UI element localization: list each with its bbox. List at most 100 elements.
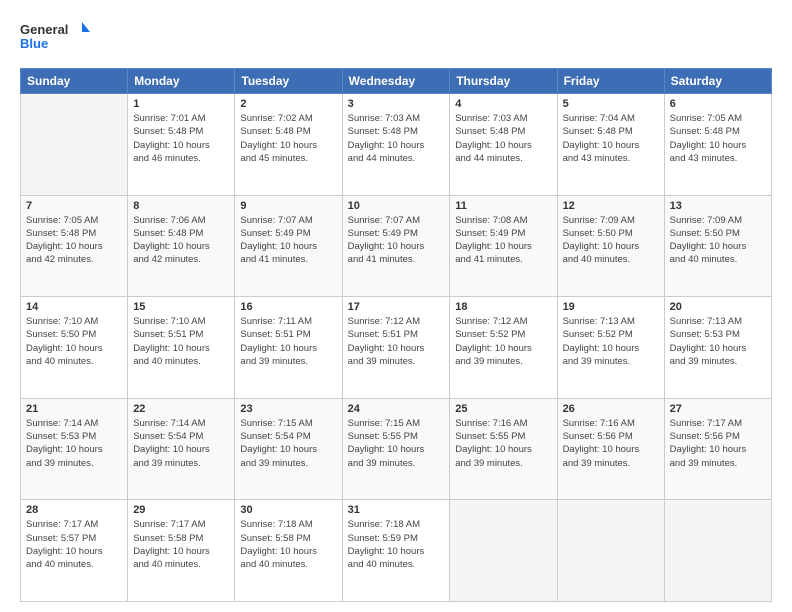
calendar-cell	[21, 94, 128, 196]
calendar-cell: 21 Sunrise: 7:14 AM Sunset: 5:53 PM Dayli…	[21, 398, 128, 500]
day-info: Sunrise: 7:05 AM Sunset: 5:48 PM Dayligh…	[26, 214, 122, 267]
day-info: Sunrise: 7:16 AM Sunset: 5:55 PM Dayligh…	[455, 417, 551, 470]
day-info: Sunrise: 7:13 AM Sunset: 5:53 PM Dayligh…	[670, 315, 766, 368]
day-number: 6	[670, 98, 766, 110]
calendar-cell	[557, 500, 664, 602]
calendar-cell: 1 Sunrise: 7:01 AM Sunset: 5:48 PM Daylig…	[128, 94, 235, 196]
logo: General Blue	[20, 18, 90, 58]
day-info: Sunrise: 7:03 AM Sunset: 5:48 PM Dayligh…	[455, 112, 551, 165]
calendar-cell: 20 Sunrise: 7:13 AM Sunset: 5:53 PM Dayli…	[664, 297, 771, 399]
day-info: Sunrise: 7:15 AM Sunset: 5:55 PM Dayligh…	[348, 417, 445, 470]
day-info: Sunrise: 7:07 AM Sunset: 5:49 PM Dayligh…	[240, 214, 336, 267]
calendar-cell: 4 Sunrise: 7:03 AM Sunset: 5:48 PM Daylig…	[450, 94, 557, 196]
weekday-header-thursday: Thursday	[450, 69, 557, 94]
day-info: Sunrise: 7:03 AM Sunset: 5:48 PM Dayligh…	[348, 112, 445, 165]
calendar-cell: 15Sunrise: 7:10 AM Sunset: 5:51 PM Dayli…	[128, 297, 235, 399]
day-info: Sunrise: 7:15 AM Sunset: 5:54 PM Dayligh…	[240, 417, 336, 470]
weekday-header-wednesday: Wednesday	[342, 69, 450, 94]
day-info: Sunrise: 7:11 AM Sunset: 5:51 PM Dayligh…	[240, 315, 336, 368]
svg-text:General: General	[20, 22, 68, 37]
day-number: 16	[240, 301, 336, 313]
calendar-cell: 8 Sunrise: 7:06 AM Sunset: 5:48 PM Daylig…	[128, 195, 235, 297]
calendar-cell: 12 Sunrise: 7:09 AM Sunset: 5:50 PM Dayli…	[557, 195, 664, 297]
calendar-cell: 5Sunrise: 7:04 AM Sunset: 5:48 PM Daylig…	[557, 94, 664, 196]
day-info: Sunrise: 7:13 AM Sunset: 5:52 PM Dayligh…	[563, 315, 659, 368]
day-info: Sunrise: 7:17 AM Sunset: 5:56 PM Dayligh…	[670, 417, 766, 470]
day-number: 9	[240, 200, 336, 212]
day-number: 4	[455, 98, 551, 110]
calendar-cell: 17Sunrise: 7:12 AM Sunset: 5:51 PM Dayli…	[342, 297, 450, 399]
calendar-cell: 13 Sunrise: 7:09 AM Sunset: 5:50 PM Dayli…	[664, 195, 771, 297]
day-info: Sunrise: 7:05 AM Sunset: 5:48 PM Dayligh…	[670, 112, 766, 165]
logo-svg: General Blue	[20, 18, 90, 58]
calendar-cell: 28 Sunrise: 7:17 AM Sunset: 5:57 PM Dayli…	[21, 500, 128, 602]
weekday-header-monday: Monday	[128, 69, 235, 94]
day-number: 14	[26, 301, 122, 313]
calendar-cell: 16 Sunrise: 7:11 AM Sunset: 5:51 PM Dayli…	[235, 297, 342, 399]
calendar-cell: 14 Sunrise: 7:10 AM Sunset: 5:50 PM Dayli…	[21, 297, 128, 399]
calendar-cell: 26 Sunrise: 7:16 AM Sunset: 5:56 PM Dayli…	[557, 398, 664, 500]
day-number: 30	[240, 504, 336, 516]
calendar-cell: 11 Sunrise: 7:08 AM Sunset: 5:49 PM Dayli…	[450, 195, 557, 297]
day-info: Sunrise: 7:06 AM Sunset: 5:48 PM Dayligh…	[133, 214, 229, 267]
day-number: 22	[133, 403, 229, 415]
calendar-cell: 30 Sunrise: 7:18 AM Sunset: 5:58 PM Dayli…	[235, 500, 342, 602]
day-number: 8	[133, 200, 229, 212]
day-number: 19	[563, 301, 659, 313]
calendar-cell: 6 Sunrise: 7:05 AM Sunset: 5:48 PM Daylig…	[664, 94, 771, 196]
weekday-header-friday: Friday	[557, 69, 664, 94]
day-info: Sunrise: 7:01 AM Sunset: 5:48 PM Dayligh…	[133, 112, 229, 165]
header: General Blue	[20, 18, 772, 58]
weekday-header-tuesday: Tuesday	[235, 69, 342, 94]
calendar-cell: 27 Sunrise: 7:17 AM Sunset: 5:56 PM Dayli…	[664, 398, 771, 500]
day-number: 23	[240, 403, 336, 415]
day-info: Sunrise: 7:18 AM Sunset: 5:59 PM Dayligh…	[348, 518, 445, 571]
calendar-cell: 23 Sunrise: 7:15 AM Sunset: 5:54 PM Dayli…	[235, 398, 342, 500]
weekday-header-row: SundayMondayTuesdayWednesdayThursdayFrid…	[21, 69, 772, 94]
calendar-cell: 24Sunrise: 7:15 AM Sunset: 5:55 PM Dayli…	[342, 398, 450, 500]
weekday-header-sunday: Sunday	[21, 69, 128, 94]
calendar-cell: 2 Sunrise: 7:02 AM Sunset: 5:48 PM Daylig…	[235, 94, 342, 196]
day-info: Sunrise: 7:17 AM Sunset: 5:58 PM Dayligh…	[133, 518, 229, 571]
day-number: 12	[563, 200, 659, 212]
day-number: 7	[26, 200, 122, 212]
day-info: Sunrise: 7:02 AM Sunset: 5:48 PM Dayligh…	[240, 112, 336, 165]
calendar-cell: 25Sunrise: 7:16 AM Sunset: 5:55 PM Dayli…	[450, 398, 557, 500]
day-info: Sunrise: 7:14 AM Sunset: 5:54 PM Dayligh…	[133, 417, 229, 470]
calendar-cell: 22 Sunrise: 7:14 AM Sunset: 5:54 PM Dayli…	[128, 398, 235, 500]
calendar-cell: 19 Sunrise: 7:13 AM Sunset: 5:52 PM Dayli…	[557, 297, 664, 399]
day-number: 2	[240, 98, 336, 110]
day-info: Sunrise: 7:10 AM Sunset: 5:50 PM Dayligh…	[26, 315, 122, 368]
day-info: Sunrise: 7:12 AM Sunset: 5:52 PM Dayligh…	[455, 315, 551, 368]
weekday-header-saturday: Saturday	[664, 69, 771, 94]
day-info: Sunrise: 7:17 AM Sunset: 5:57 PM Dayligh…	[26, 518, 122, 571]
day-number: 11	[455, 200, 551, 212]
day-info: Sunrise: 7:08 AM Sunset: 5:49 PM Dayligh…	[455, 214, 551, 267]
day-number: 10	[348, 200, 445, 212]
day-info: Sunrise: 7:09 AM Sunset: 5:50 PM Dayligh…	[670, 214, 766, 267]
day-number: 18	[455, 301, 551, 313]
calendar-cell: 9 Sunrise: 7:07 AM Sunset: 5:49 PM Daylig…	[235, 195, 342, 297]
day-number: 21	[26, 403, 122, 415]
calendar-page: General Blue SundayMondayTuesdayWednesda…	[0, 0, 792, 612]
day-info: Sunrise: 7:09 AM Sunset: 5:50 PM Dayligh…	[563, 214, 659, 267]
day-info: Sunrise: 7:16 AM Sunset: 5:56 PM Dayligh…	[563, 417, 659, 470]
day-number: 26	[563, 403, 659, 415]
calendar-cell	[664, 500, 771, 602]
day-number: 31	[348, 504, 445, 516]
day-number: 3	[348, 98, 445, 110]
calendar-week-row: 28 Sunrise: 7:17 AM Sunset: 5:57 PM Dayli…	[21, 500, 772, 602]
calendar-cell	[450, 500, 557, 602]
day-info: Sunrise: 7:18 AM Sunset: 5:58 PM Dayligh…	[240, 518, 336, 571]
calendar-cell: 29Sunrise: 7:17 AM Sunset: 5:58 PM Dayli…	[128, 500, 235, 602]
calendar-cell: 7 Sunrise: 7:05 AM Sunset: 5:48 PM Daylig…	[21, 195, 128, 297]
day-number: 27	[670, 403, 766, 415]
calendar-cell: 31 Sunrise: 7:18 AM Sunset: 5:59 PM Dayli…	[342, 500, 450, 602]
day-info: Sunrise: 7:04 AM Sunset: 5:48 PM Dayligh…	[563, 112, 659, 165]
day-number: 20	[670, 301, 766, 313]
day-info: Sunrise: 7:12 AM Sunset: 5:51 PM Dayligh…	[348, 315, 445, 368]
day-number: 1	[133, 98, 229, 110]
day-info: Sunrise: 7:14 AM Sunset: 5:53 PM Dayligh…	[26, 417, 122, 470]
day-number: 28	[26, 504, 122, 516]
day-number: 13	[670, 200, 766, 212]
